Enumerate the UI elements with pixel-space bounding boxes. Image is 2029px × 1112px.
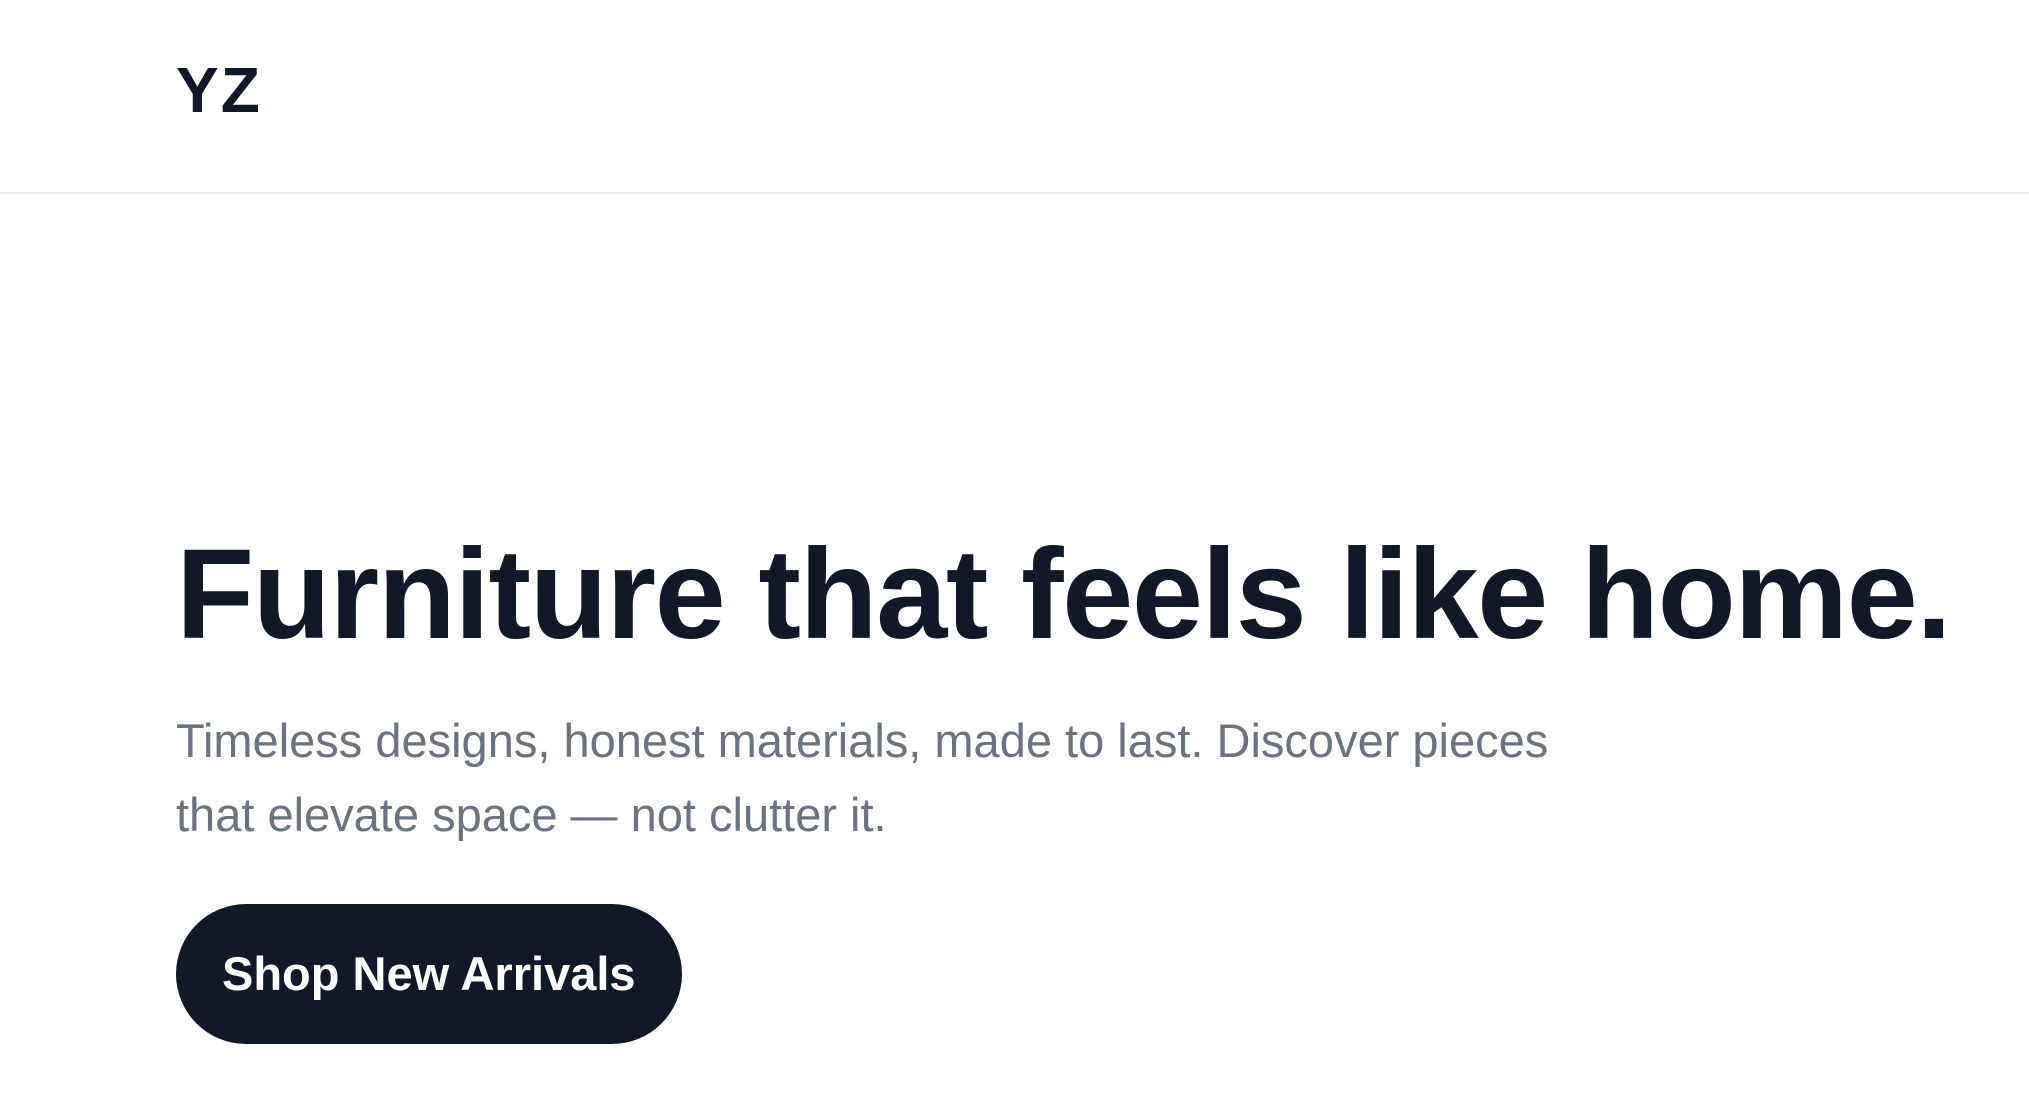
shop-new-arrivals-button[interactable]: Shop New Arrivals <box>176 904 682 1044</box>
logo[interactable]: YZ <box>176 52 262 128</box>
hero-headline: Furniture that feels like home. <box>176 523 1952 666</box>
site-header: YZ <box>0 0 2029 194</box>
page: YZ Furniture that feels like home. Timel… <box>0 0 2029 1112</box>
hero-subtitle: Timeless designs, honest materials, made… <box>176 714 1549 841</box>
hero-section: Furniture that feels like home. Timeless… <box>176 530 1996 1044</box>
